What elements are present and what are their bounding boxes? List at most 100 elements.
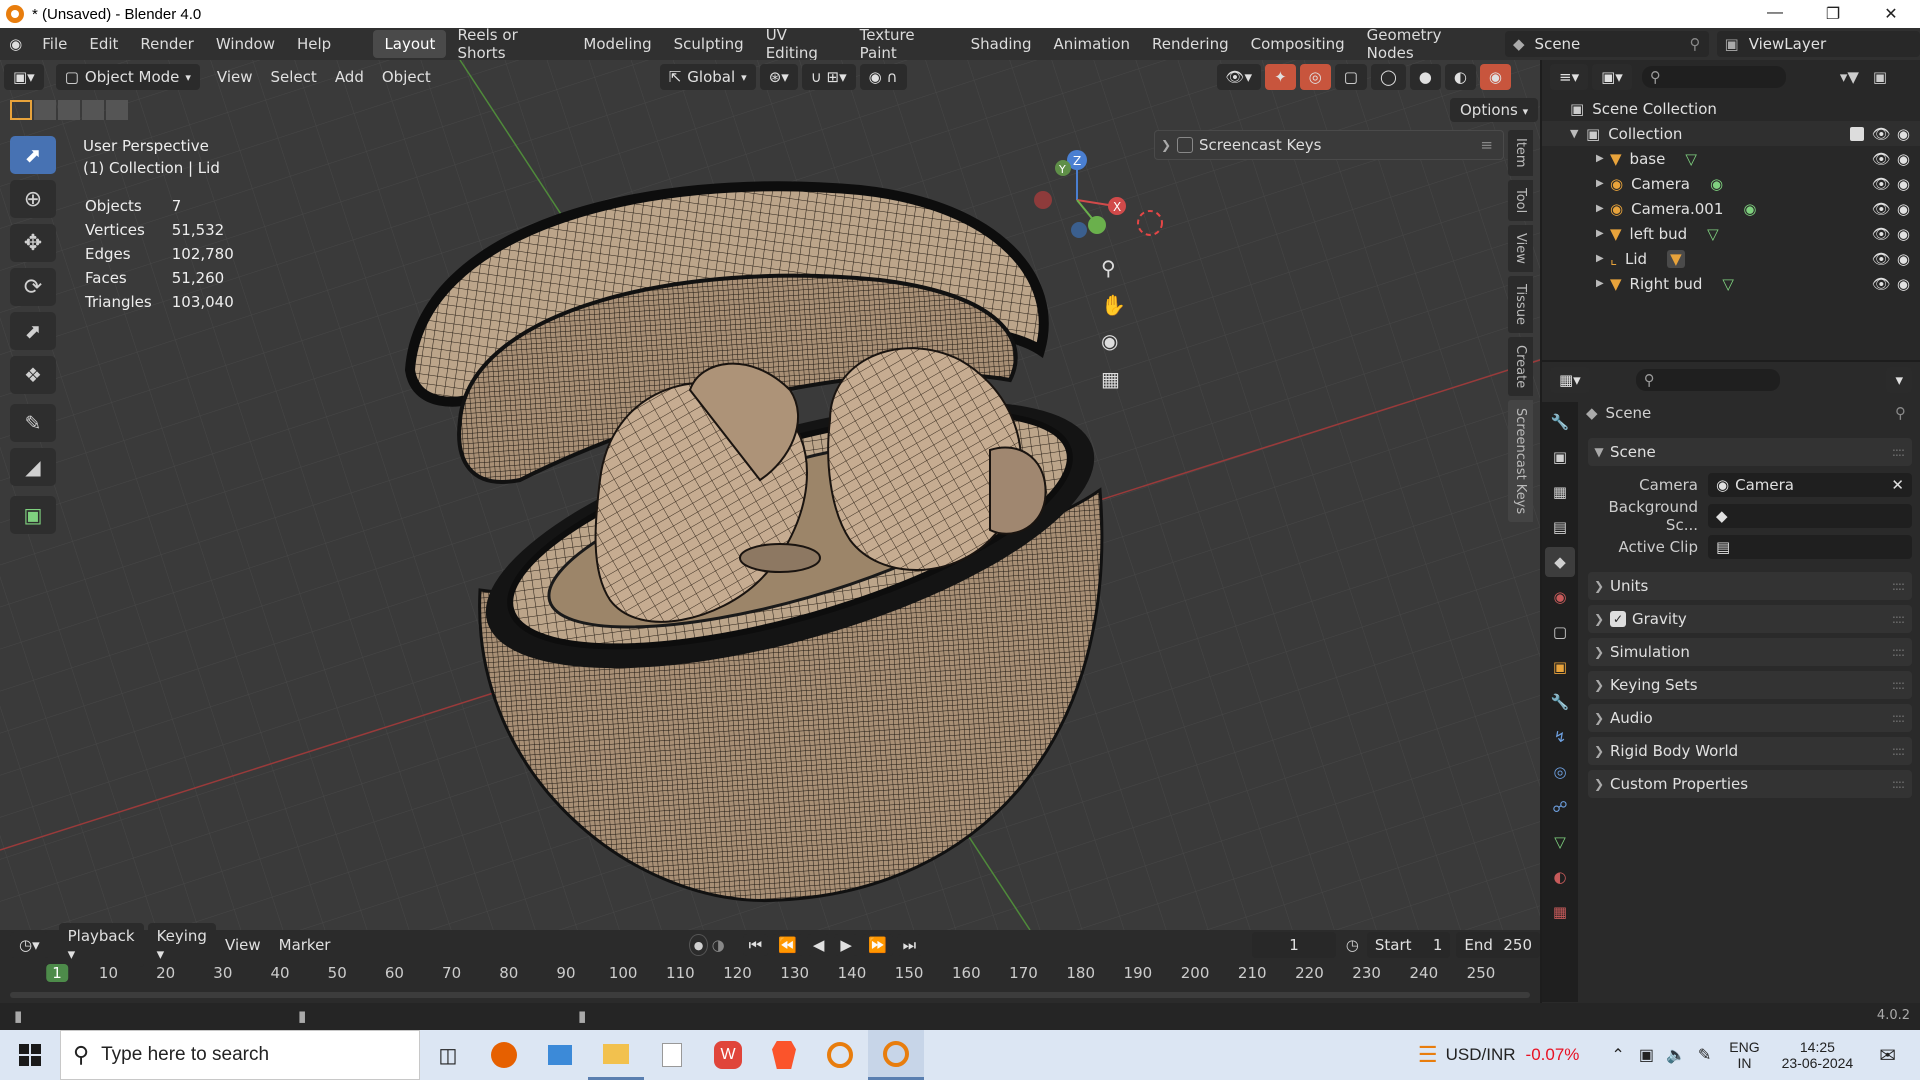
camera-render-icon[interactable]: ◉	[1897, 225, 1910, 243]
shading-rendered[interactable]: ◉	[1479, 64, 1512, 90]
current-frame-field[interactable]: 1	[1252, 932, 1336, 958]
tab-item[interactable]: Item	[1508, 130, 1533, 176]
view-layer-tab-icon[interactable]: ▤	[1545, 512, 1575, 542]
gizmo-toggle[interactable]: ✦	[1265, 64, 1296, 90]
select-invert-icon[interactable]	[82, 100, 104, 120]
eye-icon[interactable]: 👁	[1872, 150, 1891, 168]
select-extend-icon[interactable]	[34, 100, 56, 120]
network-icon[interactable]: ▣	[1639, 1045, 1654, 1065]
chevron-right-icon[interactable]: ▶	[1596, 203, 1610, 214]
shading-material[interactable]: ◐	[1444, 64, 1476, 90]
eye-icon[interactable]: 👁	[1872, 250, 1891, 268]
properties-editor-type[interactable]: ▦▾	[1550, 367, 1590, 393]
panel-gravity[interactable]: ❯ ✓ Gravity ::::	[1588, 605, 1912, 633]
panel-simulation[interactable]: ❯ Simulation ::::	[1588, 638, 1912, 666]
active-clip-field[interactable]: ▤	[1708, 535, 1912, 559]
properties-options[interactable]: ▾	[1886, 367, 1912, 393]
screencast-checkbox[interactable]	[1177, 137, 1193, 153]
outliner-search[interactable]: ⚲	[1641, 66, 1786, 88]
tool-tab-icon[interactable]: 🔧	[1545, 407, 1575, 437]
background-scene-field[interactable]: ◆	[1708, 504, 1912, 528]
camera-render-icon[interactable]: ◉	[1897, 200, 1910, 218]
language-indicator[interactable]: ENG IN	[1729, 1039, 1759, 1071]
blender-taskbar-icon[interactable]	[812, 1030, 868, 1080]
new-collection-icon[interactable]: ▣	[1873, 68, 1887, 86]
overlay-toggle[interactable]: ◎	[1299, 64, 1331, 90]
visibility-dropdown[interactable]: 👁▾	[1216, 64, 1262, 90]
chevron-right-icon[interactable]: ▶	[1596, 153, 1610, 164]
blender-menu-icon[interactable]: ◉	[0, 35, 31, 53]
pin-icon[interactable]: ⚲	[1895, 404, 1906, 422]
tab-animation[interactable]: Animation	[1043, 30, 1141, 58]
camera-render-icon[interactable]: ◉	[1897, 275, 1910, 293]
scale-tool[interactable]: ⬈	[10, 312, 56, 350]
end-frame-field[interactable]: End 250	[1456, 932, 1540, 958]
cursor-tool[interactable]: ⊕	[10, 180, 56, 218]
play-reverse-icon[interactable]: ◀	[806, 934, 831, 956]
select-new-icon[interactable]	[10, 100, 32, 120]
particles-tab-icon[interactable]: ↯	[1545, 722, 1575, 752]
eye-icon[interactable]: 👁	[1872, 225, 1891, 243]
playback-dropdown[interactable]: Playback ▾	[58, 923, 144, 967]
ticker-symbol[interactable]: USD/INR	[1446, 1045, 1516, 1065]
outliner-editor-type[interactable]: ≡▾	[1550, 64, 1589, 90]
tab-tool[interactable]: Tool	[1508, 179, 1533, 221]
notification-icon[interactable]: ✉	[1879, 1043, 1896, 1068]
clock-icon[interactable]: ◷	[1346, 936, 1359, 954]
editor-type-button[interactable]: ▣▾	[4, 64, 44, 90]
keying-dropdown[interactable]: Keying ▾	[147, 923, 217, 967]
jump-start-icon[interactable]: ⏮	[742, 934, 769, 956]
menu-edit[interactable]: Edit	[78, 35, 129, 53]
menu-window[interactable]: Window	[205, 35, 286, 53]
tab-sculpting[interactable]: Sculpting	[663, 30, 755, 58]
menu-select[interactable]: Select	[262, 64, 326, 90]
checkbox-icon[interactable]	[1849, 126, 1864, 141]
pin-icon[interactable]: ⚲	[1690, 35, 1701, 53]
constraints-tab-icon[interactable]: ☍	[1545, 792, 1575, 822]
physics-tab-icon[interactable]: ◎	[1545, 757, 1575, 787]
menu-object[interactable]: Object	[373, 64, 440, 90]
eye-icon[interactable]: 👁	[1872, 275, 1891, 293]
volume-icon[interactable]: 🔈	[1666, 1045, 1686, 1065]
tab-create[interactable]: Create	[1508, 336, 1533, 396]
shading-solid[interactable]: ●	[1409, 64, 1441, 90]
outliner-item-right-bud[interactable]: ▶ ▼ Right bud ▽ 👁 ◉	[1542, 271, 1920, 296]
jump-end-icon[interactable]: ⏭	[896, 934, 923, 956]
timeline-editor-type[interactable]: ◷▾	[10, 932, 49, 958]
outliner-item-camera[interactable]: ▶ ◉ Camera ◉ 👁 ◉	[1542, 171, 1920, 196]
render-tab-icon[interactable]: ▣	[1545, 442, 1575, 472]
outliner-item-lid[interactable]: ▶ ⌞ Lid ▼ 👁 ◉	[1542, 246, 1920, 271]
panel-custom-properties[interactable]: ❯ Custom Properties ::::	[1588, 770, 1912, 798]
navigation-gizmo[interactable]: Z X Y ⚲ ✋ ◉ ▦	[1025, 140, 1165, 400]
outliner-scene-collection[interactable]: ▣ Scene Collection	[1542, 96, 1920, 121]
panel-units[interactable]: ❯ Units ::::	[1588, 572, 1912, 600]
tab-compositing[interactable]: Compositing	[1240, 30, 1356, 58]
chevron-down-icon[interactable]: ▼	[1570, 127, 1586, 140]
chevron-right-icon[interactable]: ▶	[1596, 178, 1610, 189]
task-view-icon[interactable]: ◫	[420, 1030, 476, 1080]
camera-render-icon[interactable]: ◉	[1897, 250, 1910, 268]
rotate-tool[interactable]: ⟳	[10, 268, 56, 306]
mode-dropdown[interactable]: ▢ Object Mode ▾	[55, 64, 200, 90]
minimize-icon[interactable]: —	[1746, 4, 1804, 24]
play-icon[interactable]: ▶	[834, 934, 858, 956]
clear-icon[interactable]: ✕	[1891, 476, 1904, 494]
filter-icon[interactable]: ▾▼	[1840, 68, 1859, 86]
windows-start-icon[interactable]	[0, 1030, 60, 1080]
prev-keyframe-icon[interactable]: ⏪	[772, 934, 803, 956]
display-mode-dropdown[interactable]: ▣▾	[1592, 64, 1632, 90]
auto-keying-icon[interactable]: ◑	[712, 936, 725, 954]
3d-viewport[interactable]: ▣▾ ▢ Object Mode ▾ View Select Add Objec…	[0, 60, 1540, 930]
options-dropdown[interactable]: Options ▾	[1450, 98, 1539, 122]
firefox-icon[interactable]	[476, 1030, 532, 1080]
xray-toggle[interactable]: ▢	[1334, 64, 1367, 90]
pivot-dropdown[interactable]: ⊛▾	[759, 64, 798, 90]
file-explorer-icon[interactable]	[588, 1030, 644, 1080]
menu-add[interactable]: Add	[326, 64, 373, 90]
pen-icon[interactable]: ✎	[1698, 1045, 1711, 1065]
timeline-scrollbar[interactable]	[10, 992, 1530, 998]
chevron-right-icon[interactable]: ▶	[1596, 253, 1610, 264]
tab-modeling[interactable]: Modeling	[572, 30, 662, 58]
measure-tool[interactable]: ◢	[10, 448, 56, 486]
screencast-keys-panel[interactable]: ❯ Screencast Keys ≡	[1154, 130, 1504, 160]
